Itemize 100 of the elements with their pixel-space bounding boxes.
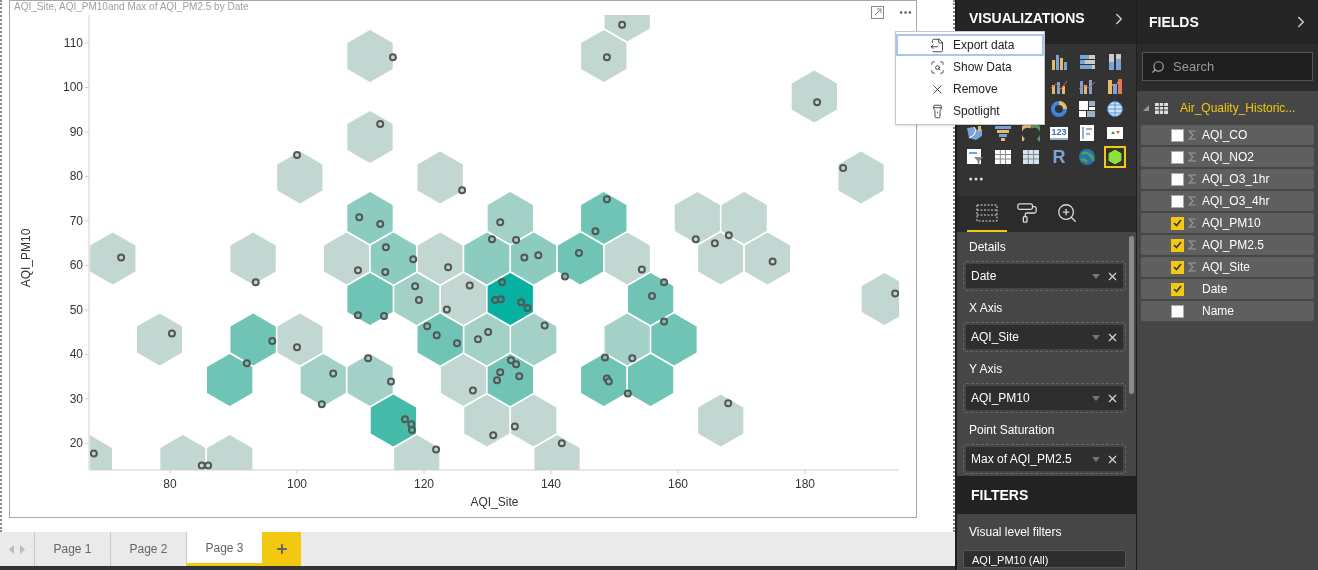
checkbox[interactable] [1171, 194, 1184, 208]
data-point [691, 235, 700, 244]
menu-item[interactable]: Remove [896, 78, 1044, 100]
caret-icon[interactable] [1092, 456, 1100, 462]
data-point [268, 337, 277, 345]
menu-item[interactable]: Show Data [896, 56, 1044, 78]
field-row[interactable]: AQI_O3_4hr [1141, 191, 1314, 211]
data-point [648, 292, 656, 301]
checkbox[interactable] [1171, 172, 1184, 186]
panel-title: VISUALIZATIONS [969, 10, 1085, 26]
field-row[interactable]: Date [1141, 279, 1314, 299]
axis-title: AQI_Site [470, 495, 519, 509]
tick-label: 30 [69, 391, 83, 406]
caret-icon[interactable] [1092, 334, 1100, 340]
treemap-visual-button[interactable] [1076, 98, 1098, 120]
data-point [407, 420, 416, 429]
field-row[interactable]: AQI_Site [1141, 257, 1314, 277]
well-value: Max of AQI_PM2.5 [971, 451, 1073, 468]
show-icon [930, 59, 945, 75]
data-point [496, 295, 505, 304]
data-point [432, 331, 441, 340]
sigma-icon [1187, 262, 1197, 272]
checkbox[interactable] [1171, 282, 1184, 296]
field-well[interactable]: Max of AQI_PM2.5 [963, 444, 1126, 474]
add-page-button[interactable] [262, 532, 301, 566]
field-row[interactable]: AQI_O3_1hr [1141, 169, 1314, 189]
slicer-visual-button[interactable] [964, 146, 986, 168]
expand-arrow-icon[interactable] [1143, 105, 1149, 111]
search-field[interactable]: Search [1142, 52, 1313, 81]
data-point [251, 278, 260, 287]
globemap-visual-button[interactable] [1076, 146, 1098, 168]
data-point [602, 53, 611, 62]
tick-label: 180 [795, 477, 816, 491]
data-point [496, 218, 505, 227]
data-point [381, 243, 390, 252]
data-point [523, 304, 532, 313]
tick-label: 100 [287, 477, 308, 491]
well-value: Date [971, 268, 998, 285]
panel-title: FIELDS [1149, 12, 1199, 32]
magnifier-icon [1056, 202, 1078, 224]
data-point [242, 359, 251, 368]
tick-label: 160 [668, 477, 689, 491]
field-row[interactable]: AQI_PM2.5 [1141, 235, 1314, 255]
donut-visual-button[interactable] [1048, 98, 1070, 120]
field-name: AQI_Site [1202, 259, 1251, 276]
field-well[interactable]: AQI_Site [963, 322, 1126, 352]
page-tab[interactable]: Page 3 [186, 532, 262, 566]
data-point [465, 281, 474, 290]
search-icon [1151, 60, 1165, 74]
data-point [637, 265, 646, 274]
scrollbar[interactable] [1129, 236, 1134, 394]
tick-label: 70 [69, 213, 83, 228]
focus-mode-icon[interactable] [871, 6, 884, 19]
tick-label: 90 [69, 124, 83, 139]
data-point [710, 239, 719, 248]
field-name: Name [1202, 303, 1234, 320]
data-point [839, 164, 848, 172]
sigma-icon [1187, 240, 1197, 250]
checkbox[interactable] [1171, 150, 1184, 164]
globe-visual-button[interactable] [1104, 98, 1126, 120]
menu-item[interactable]: Export data [896, 34, 1044, 56]
field-name: AQI_PM2.5 [1202, 237, 1265, 254]
checkbox[interactable] [1171, 260, 1184, 274]
data-point [493, 376, 502, 385]
data-point [517, 298, 526, 307]
caret-icon[interactable] [1092, 273, 1100, 279]
field-row[interactable]: AQI_NO2 [1141, 147, 1314, 167]
field-well[interactable]: Date [963, 261, 1126, 291]
checkbox[interactable] [1171, 128, 1184, 142]
field-row[interactable]: AQI_PM10 [1141, 213, 1314, 233]
caret-icon[interactable] [1092, 395, 1100, 401]
well-value: AQI_Site [971, 329, 1021, 346]
data-point [380, 312, 388, 321]
table-name[interactable]: Air_Quality_Historic... [1180, 99, 1296, 117]
field-well[interactable]: AQI_PM10 [963, 383, 1126, 413]
field-name: AQI_CO [1202, 127, 1248, 144]
tick-label: 140 [541, 477, 562, 491]
menu-item[interactable]: Spotlight [896, 100, 1044, 122]
hexbin-visual-button[interactable] [1104, 146, 1126, 168]
r-script-visual-button[interactable]: R [1048, 146, 1070, 168]
data-point [491, 296, 500, 305]
data-point [602, 195, 611, 204]
data-point [623, 389, 632, 398]
data-point [376, 220, 385, 229]
data-point [293, 151, 301, 160]
data-point [724, 399, 733, 408]
data-point [628, 354, 637, 363]
filter-card[interactable]: AQI_PM10 (All) [963, 550, 1126, 568]
data-point [487, 235, 496, 244]
checkbox[interactable] [1171, 238, 1184, 252]
tick-label: 40 [69, 347, 83, 362]
data-point [574, 248, 583, 257]
sigma-icon [1187, 152, 1197, 162]
field-row[interactable]: Name [1141, 301, 1314, 321]
data-point [496, 368, 505, 377]
data-point [591, 227, 600, 236]
checkbox[interactable] [1171, 216, 1184, 230]
well-label: Y Axis [968, 360, 1003, 378]
field-row[interactable]: AQI_CO [1141, 125, 1314, 145]
checkbox[interactable] [1171, 304, 1184, 318]
